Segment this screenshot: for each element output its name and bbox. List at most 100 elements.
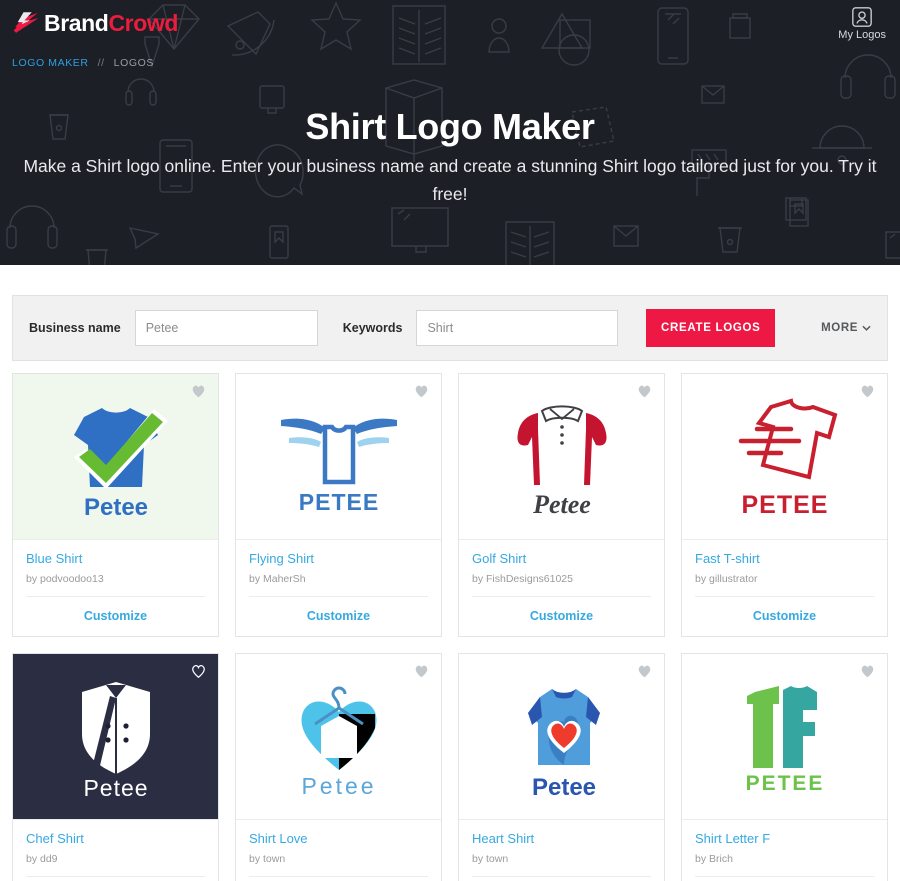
star-icon	[310, 1, 362, 51]
page-subtitle: Make a Shirt logo online. Enter your bus…	[23, 156, 877, 204]
heart-filled-icon[interactable]	[860, 384, 875, 398]
my-logos-label: My Logos	[838, 29, 886, 41]
svg-text:PETEE: PETEE	[745, 772, 824, 795]
heart-filled-icon[interactable]	[860, 664, 875, 678]
logo-author: by MaherSh	[249, 573, 306, 585]
logo-author: by town	[249, 853, 286, 865]
business-name-label: Business name	[29, 321, 121, 335]
breadcrumb-logo-maker[interactable]: LOGO MAKER	[12, 57, 89, 69]
winged-shirt-outline-icon: PETEE	[280, 418, 397, 515]
heart-filled-icon[interactable]	[637, 664, 652, 678]
logo-preview[interactable]: Petee	[13, 374, 218, 540]
logo-card[interactable]: Petee Chef Shirt by dd9 Customize	[12, 653, 219, 881]
logo-preview[interactable]: PETEE	[682, 374, 887, 540]
logo-card[interactable]: Petee Blue Shirt by podvoodoo13 Customiz…	[12, 373, 219, 637]
logo-author: by FishDesigns61025	[472, 573, 573, 585]
hero-banner: BrandCrowd LOGO MAKER // LOGOS My Logos …	[0, 0, 900, 265]
logo-title[interactable]: Flying Shirt	[249, 551, 428, 567]
blue-shirt-with-green-check-icon: Petee	[73, 407, 168, 521]
cup-far-left-icon	[86, 249, 108, 265]
logo-card-body: Chef Shirt by dd9	[13, 820, 218, 877]
logo-preview[interactable]: Petee	[459, 654, 664, 820]
svg-text:Petee: Petee	[532, 490, 591, 519]
brand-name: BrandCrowd	[44, 9, 178, 36]
heart-outline-icon[interactable]	[191, 664, 206, 678]
logo-preview[interactable]: Petee	[13, 654, 218, 820]
customize-button[interactable]: Customize	[682, 877, 887, 881]
breadcrumb-logos[interactable]: LOGOS	[114, 57, 154, 69]
headphones-small-icon	[125, 78, 157, 106]
book-icon	[392, 5, 446, 65]
logo-preview[interactable]: Petee	[236, 654, 441, 820]
breadcrumb-separator: //	[97, 57, 105, 69]
logo-card-body: Fast T-shirt by gillustrator	[682, 540, 887, 597]
svg-text:PETEE: PETEE	[298, 489, 378, 515]
more-options-button[interactable]: MORE	[821, 322, 871, 334]
logo-title[interactable]: Heart Shirt	[472, 831, 651, 847]
logo-preview[interactable]: PETEE	[682, 654, 887, 820]
tf-monogram-shirt-icon: PETEE	[745, 685, 824, 795]
logo-author: by town	[472, 853, 509, 865]
my-logos-link[interactable]: My Logos	[838, 6, 886, 41]
logo-author: by podvoodoo13	[26, 573, 104, 585]
red-polo-shirt-icon: Petee	[516, 404, 607, 519]
logo-preview[interactable]: Petee	[459, 374, 664, 540]
search-section: Business name Keywords CREATE LOGOS MORE	[0, 265, 900, 361]
logo-card[interactable]: Petee Heart Shirt by town Customize	[458, 653, 665, 881]
customize-button[interactable]: Customize	[236, 597, 441, 636]
logo-title[interactable]: Shirt Love	[249, 831, 428, 847]
logo-card[interactable]: PETEE Shirt Letter F by Brich Customize	[681, 653, 888, 881]
logo-title[interactable]: Chef Shirt	[26, 831, 205, 847]
logo-card[interactable]: PETEE Flying Shirt by MaherSh Customize	[235, 373, 442, 637]
headphones-icon	[840, 54, 896, 99]
lightning-swoosh-icon	[13, 12, 39, 33]
heart-filled-icon[interactable]	[637, 384, 652, 398]
logo-card[interactable]: Petee Shirt Love by town Customize	[235, 653, 442, 881]
logo-title[interactable]: Shirt Letter F	[695, 831, 874, 847]
logo-title[interactable]: Blue Shirt	[26, 551, 205, 567]
logo-card-body: Golf Shirt by FishDesigns61025	[459, 540, 664, 597]
paper-plane-icon	[128, 227, 160, 250]
chevron-down-icon	[862, 325, 871, 331]
breadcrumb: LOGO MAKER // LOGOS	[12, 57, 154, 69]
logo-preview[interactable]: PETEE	[236, 374, 441, 540]
box-icon	[729, 13, 751, 39]
heart-filled-icon[interactable]	[191, 384, 206, 398]
svg-text:Petee: Petee	[83, 775, 148, 801]
bookmark-icon	[269, 225, 289, 259]
headphones-bottom-icon	[6, 205, 58, 249]
customize-button[interactable]: Customize	[459, 597, 664, 636]
create-logos-button[interactable]: CREATE LOGOS	[646, 309, 776, 347]
keywords-label: Keywords	[342, 321, 403, 335]
logo-author: by dd9	[26, 853, 58, 865]
fast-tshirt-speedlines-icon: PETEE	[738, 397, 837, 519]
keywords-input[interactable]	[416, 310, 619, 346]
cup-bottom-icon	[718, 227, 742, 253]
heart-filled-icon[interactable]	[414, 384, 429, 398]
phone-icon	[657, 7, 689, 65]
search-bar: Business name Keywords CREATE LOGOS MORE	[12, 295, 888, 361]
envelope-bottom-icon	[613, 225, 639, 247]
envelope-icon	[701, 85, 725, 104]
brand-logo[interactable]: BrandCrowd	[12, 10, 178, 36]
blue-tshirt-red-heart-icon: Petee	[527, 688, 600, 801]
brand-name-part1: Brand	[44, 9, 109, 36]
chef-jacket-shield-icon: Petee	[81, 681, 150, 801]
user-account-icon	[852, 7, 872, 27]
page-title: Shirt Logo Maker	[305, 106, 595, 147]
customize-button[interactable]: Customize	[13, 877, 218, 881]
logo-title[interactable]: Golf Shirt	[472, 551, 651, 567]
heart-filled-icon[interactable]	[414, 664, 429, 678]
logo-card[interactable]: Petee Golf Shirt by FishDesigns61025 Cus…	[458, 373, 665, 637]
logo-author: by gillustrator	[695, 573, 758, 585]
logo-title[interactable]: Fast T-shirt	[695, 551, 874, 567]
customize-button[interactable]: Customize	[459, 877, 664, 881]
business-name-input[interactable]	[134, 310, 318, 346]
customize-button[interactable]: Customize	[682, 597, 887, 636]
logo-card[interactable]: PETEE Fast T-shirt by gillustrator Custo…	[681, 373, 888, 637]
logo-results-grid: Petee Blue Shirt by podvoodoo13 Customiz…	[0, 361, 900, 881]
book-bottom-icon	[505, 221, 555, 265]
more-label: MORE	[821, 322, 858, 334]
customize-button[interactable]: Customize	[13, 597, 218, 636]
customize-button[interactable]: Customize	[236, 877, 441, 881]
